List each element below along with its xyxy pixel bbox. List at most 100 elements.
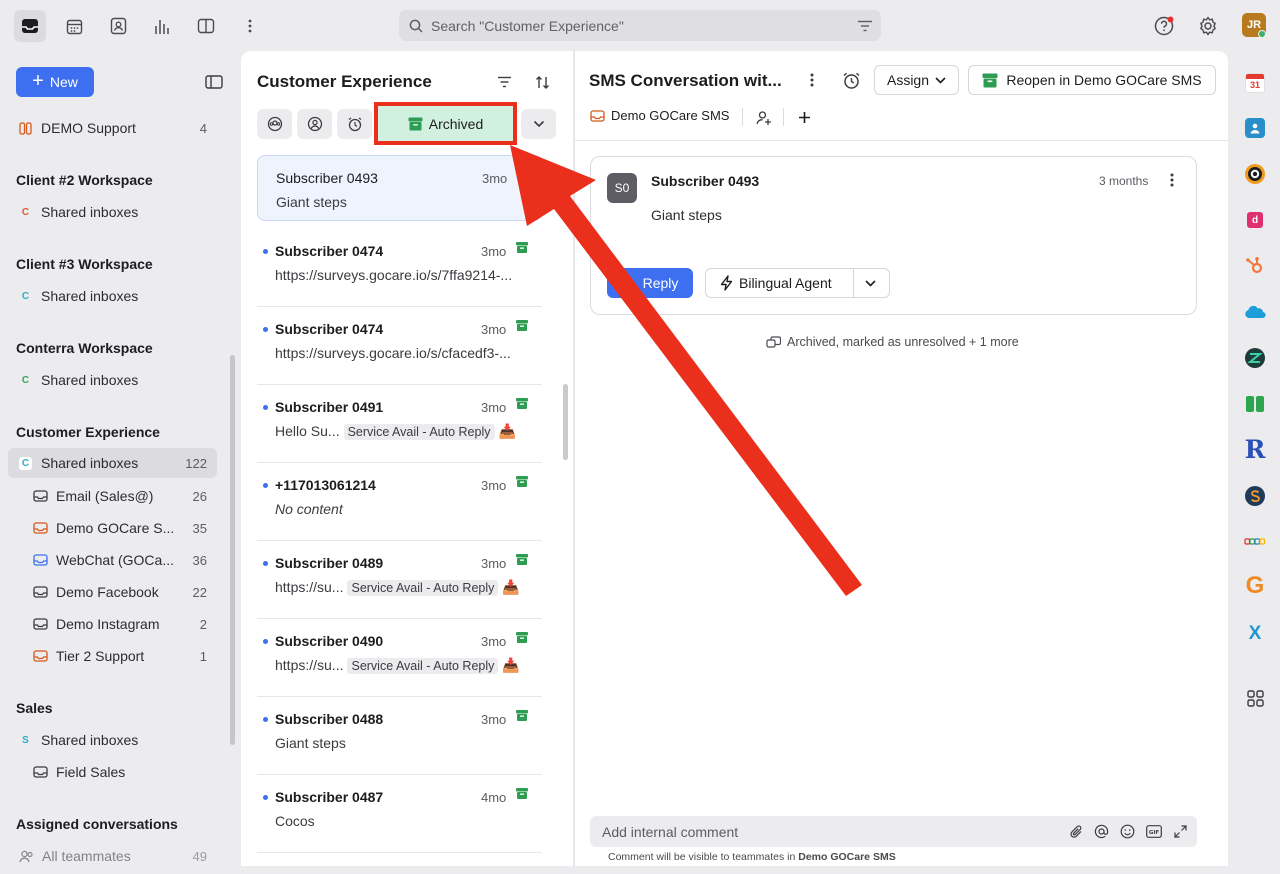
mention-icon[interactable] [1093,823,1109,839]
activity-summary[interactable]: Archived, marked as unresolved + 1 more [766,335,1019,349]
conversation-item[interactable]: Subscriber 0489 3mo https://su... Service… [257,541,542,619]
divider [853,269,854,297]
inbox-icon [33,490,48,502]
unread-count: 36 [192,552,207,568]
hubspot-icon[interactable] [1243,254,1267,278]
sidebar-item-demo-facebook[interactable]: Demo Facebook 22 [24,577,217,607]
green-book-app-icon[interactable] [1243,392,1267,416]
gif-icon[interactable]: GIF [1145,823,1162,839]
archived-filter-button[interactable]: Archived [374,102,517,145]
conversation-preview: https://surveys.gocare.io/s/cfacedf3-... [275,345,511,361]
sidebar-item-label: Shared inboxes [41,288,139,304]
s-circle-app-icon[interactable] [1243,484,1267,508]
chevron-down-icon[interactable] [865,280,876,287]
rule-tag: Service Avail - Auto Reply [343,424,495,440]
list-scrollbar[interactable] [563,384,568,460]
search-placeholder: Search "Customer Experience" [431,17,624,34]
g-app-icon[interactable]: G [1243,572,1267,599]
conversation-item[interactable]: Subscriber 0474 3mo https://surveys.goca… [257,229,542,307]
conversation-item[interactable]: Subscriber 0491 3mo Hello Su... Service A… [257,385,542,463]
sidebar-item-label: Email (Sales@) [56,488,154,504]
sidebar-item-client-3-shared-inboxes[interactable]: C Shared inboxes [8,281,217,311]
conversation-item[interactable]: Subscriber 0488 3mo Giant steps [257,697,542,775]
archive-icon [408,117,423,130]
sidebar-item-demo-gocare-sms[interactable]: Demo GOCare S... 35 [24,513,217,543]
assignee-filter-icon[interactable] [297,109,332,139]
message-more-icon[interactable] [1163,171,1181,189]
conversation-item[interactable]: Subscriber 0474 3mo https://surveys.goca… [257,307,542,385]
teammates-filter-icon[interactable] [257,109,292,139]
snooze-alarm-icon[interactable] [840,69,862,91]
sidebar-item-email-sales[interactable]: Email (Sales@) 26 [24,481,217,511]
reply-button[interactable]: Reply [607,268,693,298]
x-app-icon[interactable]: X [1243,622,1267,646]
help-icon[interactable] [1148,10,1180,42]
more-vertical-icon[interactable] [802,70,822,90]
contacts-icon[interactable] [102,10,134,42]
more-vertical-icon[interactable] [234,10,266,42]
bilingual-agent-button[interactable]: Bilingual Agent [705,268,890,298]
top-bar: Search "Customer Experience" JR [0,0,1280,50]
assign-button[interactable]: Assign [874,65,959,95]
google-calendar-app-icon[interactable]: 31 [1243,71,1267,95]
app-grid-icon[interactable] [1243,686,1267,710]
sidebar-item-all-teammates[interactable]: All teammates 49 [8,841,217,871]
conversation-preview: https://su... Service Avail - Auto Reply 📥 [275,579,527,596]
conversation-item[interactable]: Subscriber 0493 3mo Giant steps [257,155,542,221]
sidebar-item-demo-instagram[interactable]: Demo Instagram 2 [24,609,217,639]
unread-dot [263,717,268,722]
new-button[interactable]: + New [16,67,94,97]
add-tag-plus-icon[interactable] [794,107,814,127]
conversation-item[interactable]: Subscriber 0490 3mo https://su... Service… [257,619,542,697]
zendesk-icon[interactable] [1243,346,1267,370]
conversation-inbox-tag[interactable]: Demo GOCare SMS [590,108,729,123]
sidebar-item-label: Tier 2 Support [56,648,145,664]
sidebar-item-webchat[interactable]: WebChat (GOCa... 36 [24,545,217,575]
settings-gear-icon[interactable] [1192,10,1224,42]
sidebar-item-cx-shared-inboxes[interactable]: C Shared inboxes 122 [8,448,217,478]
sidebar-item-tier-2-support[interactable]: Tier 2 Support 1 [24,641,217,671]
sidebar-item-conterra-shared-inboxes[interactable]: C Shared inboxes [8,365,217,395]
calendar-icon[interactable] [58,10,90,42]
sort-icon[interactable] [532,72,552,92]
split-view-icon[interactable] [190,10,222,42]
pink-app-icon[interactable]: d [1243,208,1267,232]
comment-placeholder: Add internal comment [602,823,739,840]
archive-icon [516,710,528,721]
r-app-icon[interactable]: R [1243,435,1267,464]
snooze-filter-icon[interactable] [337,109,372,139]
add-participant-icon[interactable] [754,108,774,128]
sidebar-item-sales-shared-inboxes[interactable]: S Shared inboxes [8,725,217,755]
conversation-item[interactable]: Subscriber 0487 4mo Cocos [257,775,542,853]
inbox-icon [33,522,48,534]
assign-label: Assign [886,72,930,88]
filter-icon[interactable] [494,72,514,92]
conversation-sender: +117013061214 [275,477,376,493]
zoho-icon[interactable] [1243,530,1267,554]
search-input[interactable]: Search "Customer Experience" [399,10,881,41]
inbox-icon [33,554,48,566]
salesforce-cloud-icon[interactable] [1243,300,1267,324]
attachment-icon[interactable] [1068,823,1084,839]
expand-icon[interactable] [1172,823,1188,839]
analytics-icon[interactable] [146,10,178,42]
circle-c-app-icon[interactable] [1243,162,1267,186]
sidebar-item-label: All teammates [42,848,131,864]
conversation-item[interactable]: +117013061214 3mo No content [257,463,542,541]
conversation-title: SMS Conversation wit... [589,71,782,90]
sidebar-item-demo-support[interactable]: DEMO Support 4 [8,113,217,143]
inbox-icon[interactable] [14,10,46,42]
rule-tag: Service Avail - Auto Reply [347,580,499,596]
filter-icon[interactable] [857,20,873,32]
chevron-down-icon[interactable] [521,109,556,139]
sidebar-scrollbar[interactable] [230,355,235,745]
collapse-sidebar-icon[interactable] [202,72,226,92]
emoji-icon[interactable] [1119,823,1135,839]
sidebar-item-client-2-shared-inboxes[interactable]: C Shared inboxes [8,197,217,227]
reopen-button[interactable]: Reopen in Demo GOCare SMS [968,65,1216,95]
preview-text: Hello Su... [275,423,340,439]
archive-icon [982,73,998,87]
sidebar-item-field-sales[interactable]: Field Sales [24,757,217,787]
svg-text:GIF: GIF [1148,830,1159,836]
contact-card-app-icon[interactable] [1243,116,1267,140]
